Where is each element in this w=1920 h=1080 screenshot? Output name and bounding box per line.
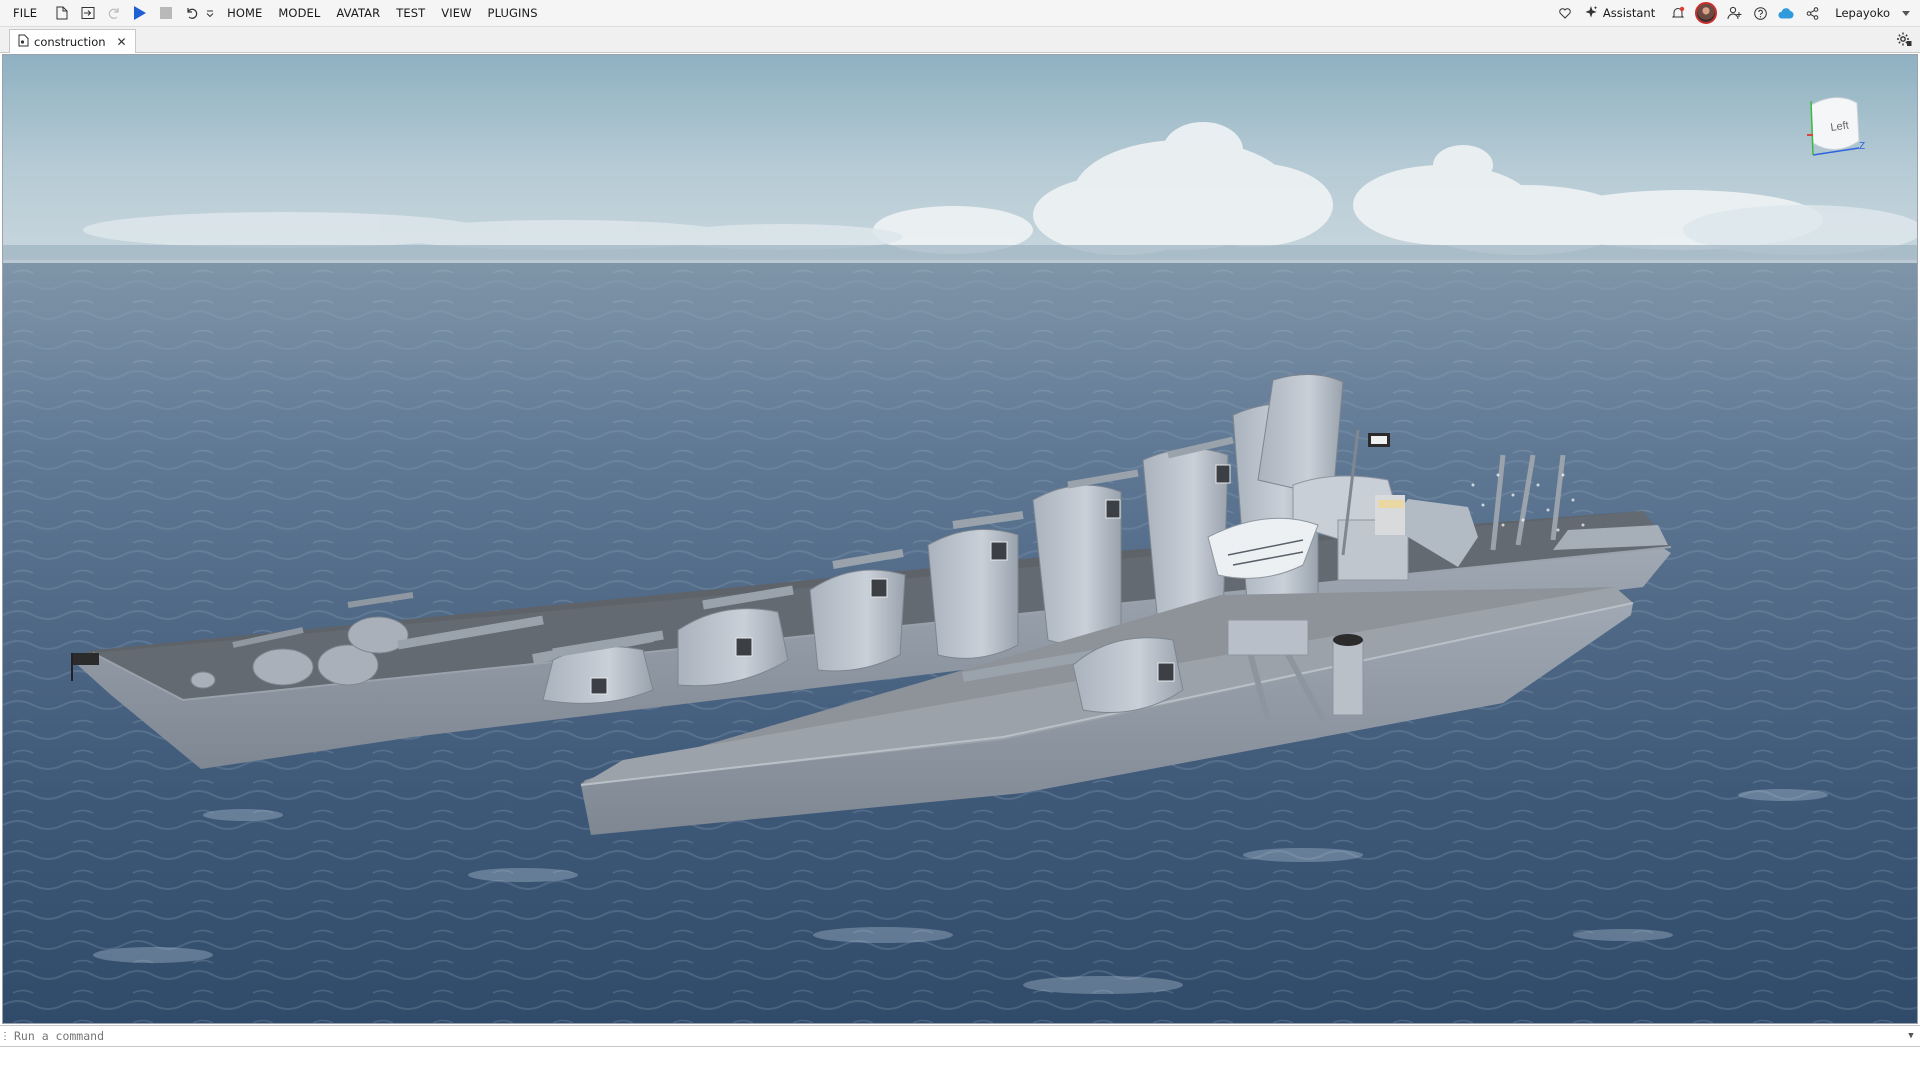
drag-handle-icon[interactable]: ⋮ [0,1031,10,1042]
stop-icon[interactable] [156,3,176,23]
axis-z-label: Z [1859,141,1865,152]
sparkle-icon [1584,5,1598,22]
chevron-down-icon[interactable] [205,3,215,23]
viewcube-face-label: Left [1830,120,1850,134]
command-input[interactable] [10,1029,1902,1043]
avatar[interactable] [1695,2,1718,24]
menu-avatar[interactable]: AVATAR [332,0,392,26]
assistant-button[interactable]: Assistant [1578,5,1665,22]
command-bar: ⋮ ▼ [0,1025,1920,1047]
chevron-down-icon[interactable] [1901,3,1911,23]
tab-label: construction [34,34,106,49]
share-icon[interactable] [1802,3,1822,23]
notification-bell-icon[interactable] [1668,3,1688,23]
document-tab-bar: construction ✕ [0,27,1920,53]
file-menu[interactable]: FILE [9,0,49,26]
menu-home[interactable]: HOME [223,0,274,26]
import-icon[interactable] [78,3,98,23]
place-file-icon [18,34,29,50]
play-icon[interactable] [130,3,150,23]
heart-icon[interactable] [1555,3,1575,23]
assistant-label: Assistant [1602,6,1656,20]
menu-test[interactable]: TEST [392,0,437,26]
help-icon[interactable] [1750,3,1770,23]
add-friend-icon[interactable] [1724,3,1744,23]
menu-plugins[interactable]: PLUGINS [484,0,550,26]
tab-construction[interactable]: construction ✕ [9,29,136,53]
username-menu[interactable]: Lepayoko [1825,6,1898,20]
studio-window: FILE HOME MODEL AVATAR TEST VIEW PLUGINS… [0,0,1920,1080]
scene-render [3,55,1917,1023]
menu-view[interactable]: VIEW [437,0,483,26]
new-file-icon[interactable] [52,3,72,23]
settings-gear-icon[interactable] [1896,31,1914,49]
3d-viewport[interactable]: Left Z [2,54,1918,1024]
menu-model[interactable]: MODEL [274,0,332,26]
chevron-down-icon[interactable]: ▼ [1902,1031,1920,1041]
close-icon[interactable]: ✕ [117,35,127,49]
status-area [0,1047,1920,1080]
menu-bar: FILE HOME MODEL AVATAR TEST VIEW PLUGINS… [0,0,1920,27]
cloud-icon[interactable] [1776,3,1796,23]
undo-icon[interactable] [182,3,202,23]
redo-icon[interactable] [104,3,124,23]
view-cube[interactable]: Left Z [1793,93,1865,165]
